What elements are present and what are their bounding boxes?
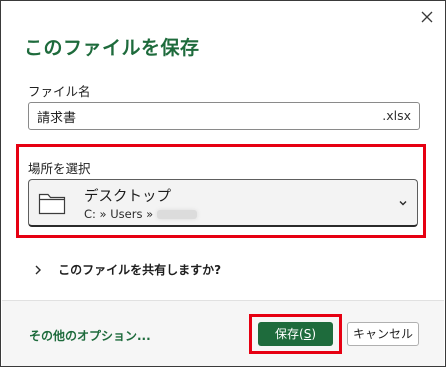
dialog-title: このファイルを保存 xyxy=(24,37,200,59)
file-extension: .xlsx xyxy=(382,108,411,123)
chevron-right-icon xyxy=(35,265,41,274)
filename-input[interactable] xyxy=(37,107,337,125)
share-label: このファイルを共有しますか? xyxy=(58,263,222,277)
close-button[interactable] xyxy=(419,9,435,25)
location-path: C: » Users » xyxy=(84,207,198,221)
location-name: デスクトップ xyxy=(84,189,171,205)
other-options-link[interactable]: その他のオプション... xyxy=(29,327,151,344)
location-dropdown[interactable]: デスクトップ C: » Users » xyxy=(28,179,418,227)
close-icon xyxy=(421,11,433,23)
share-expander[interactable]: このファイルを共有しますか? xyxy=(33,259,221,279)
location-label: 場所を選択 xyxy=(28,161,91,176)
location-path-text: C: » Users » xyxy=(84,207,154,221)
save-label-end: ) xyxy=(311,327,316,341)
chevron-down-icon xyxy=(399,201,407,206)
redacted-username xyxy=(157,210,198,219)
save-label-main: 保存( xyxy=(275,327,304,341)
save-dialog: このファイルを保存 ファイル名 .xlsx 場所を選択 デスクトップ C: » … xyxy=(0,0,446,367)
filename-label: ファイル名 xyxy=(28,84,91,99)
folder-icon xyxy=(38,193,66,215)
cancel-button[interactable]: キャンセル xyxy=(347,322,419,346)
filename-field[interactable]: .xlsx xyxy=(28,102,420,130)
save-button[interactable]: 保存(S) xyxy=(258,322,333,346)
